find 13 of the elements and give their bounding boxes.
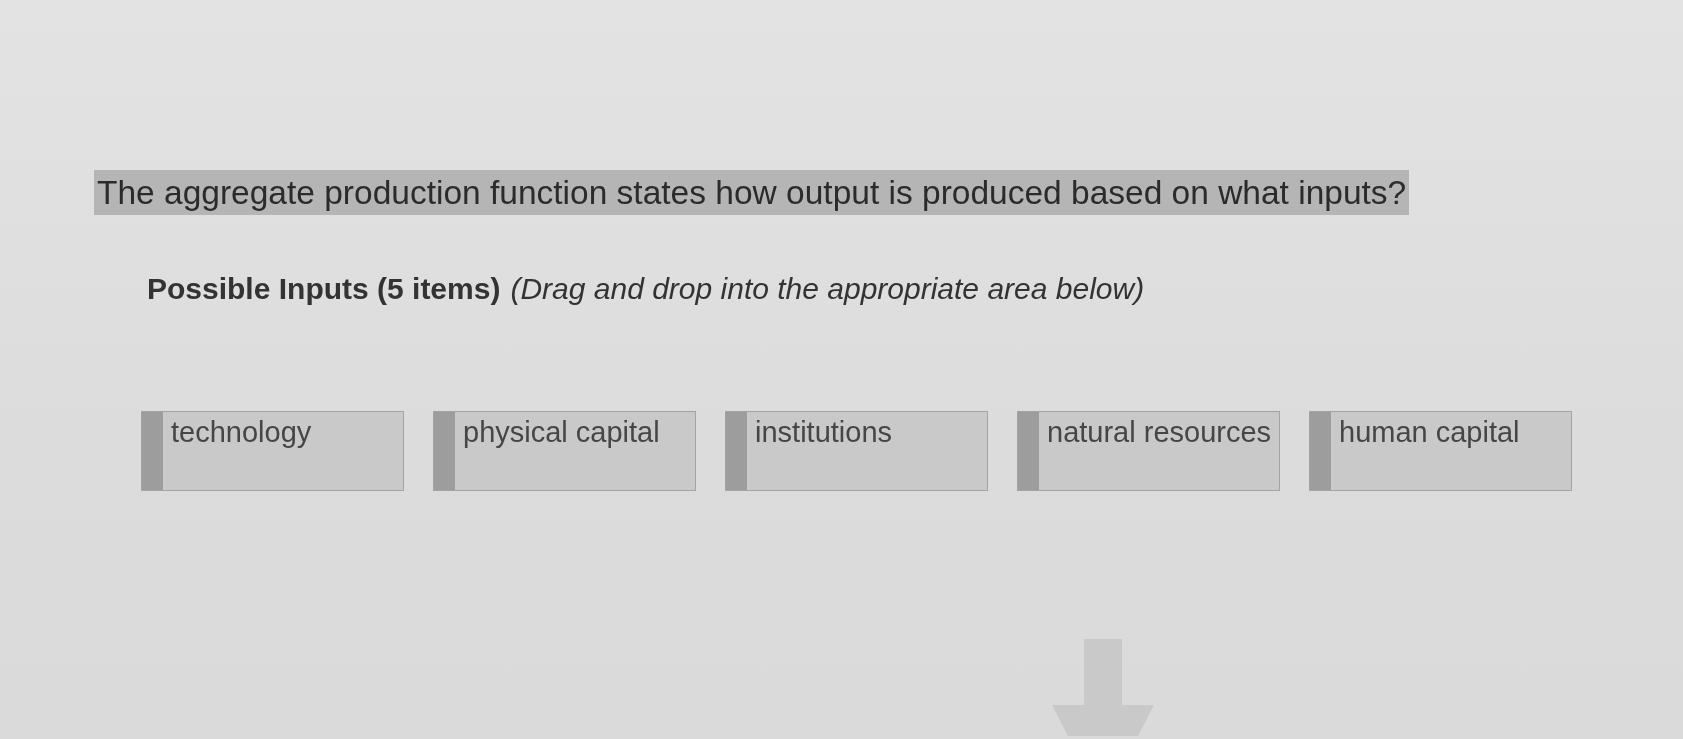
drag-item[interactable]: institutions	[725, 411, 988, 491]
drag-item[interactable]: technology	[141, 411, 404, 491]
question-text: The aggregate production function states how output is produced based on what inputs?	[94, 170, 1410, 215]
drag-item[interactable]: natural resources	[1017, 411, 1280, 491]
drag-handle[interactable]	[726, 412, 747, 490]
drag-handle[interactable]	[1310, 412, 1331, 490]
drag-handle[interactable]	[434, 412, 455, 490]
drag-item[interactable]: physical capital	[433, 411, 696, 491]
drag-hint: (Drag and drop into the appropriate area below)	[510, 271, 1145, 307]
drag-handle[interactable]	[1018, 412, 1039, 490]
drag-handle[interactable]	[142, 412, 163, 490]
drag-item[interactable]: human capital	[1309, 411, 1572, 491]
inputs-heading: Possible Inputs (5 items)	[147, 271, 501, 307]
